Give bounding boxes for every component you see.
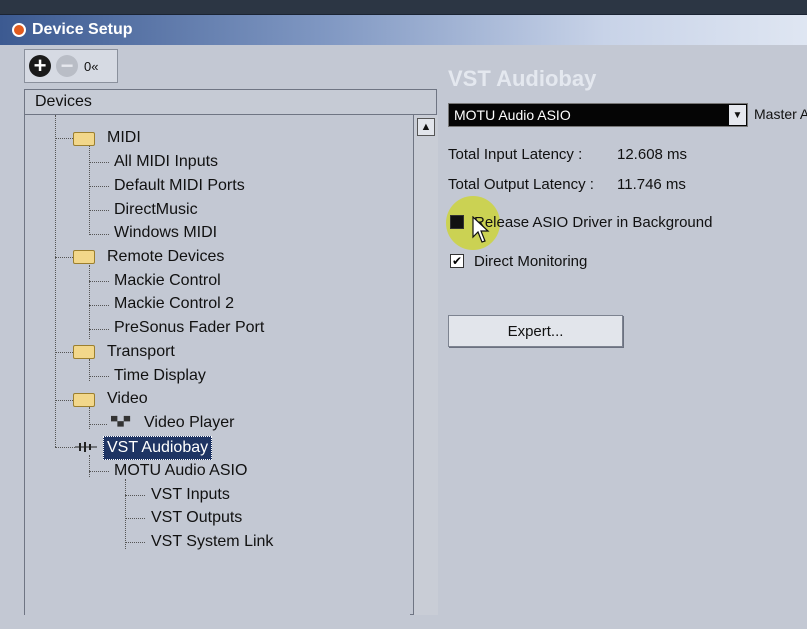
driver-select[interactable]: MOTU Audio ASIO ▼ [448, 103, 748, 127]
tree-item-vst-audiobay[interactable]: VST Audiobay [103, 436, 213, 460]
driver-select-value: MOTU Audio ASIO [454, 107, 571, 123]
minus-circle-icon[interactable]: − [56, 55, 78, 77]
folder-icon [73, 345, 95, 359]
tree-item-midi[interactable]: MIDI [107, 127, 141, 149]
tree-item-directmusic[interactable]: DirectMusic [114, 199, 198, 221]
input-latency-value: 12.608 ms [617, 146, 688, 163]
title-bar: Device Setup [0, 15, 807, 45]
master-label: Master A [754, 106, 807, 122]
app-icon [12, 23, 26, 37]
device-toolbar: + − 0« [24, 49, 118, 83]
output-latency-label: Total Output Latency : [448, 176, 594, 193]
folder-icon [73, 393, 95, 407]
tree-item-transport[interactable]: Transport [107, 341, 175, 363]
direct-monitoring-checkbox[interactable]: ✔ [450, 254, 464, 268]
tree-item-presonus-fader-port[interactable]: PreSonus Fader Port [114, 317, 264, 339]
plus-circle-icon[interactable]: + [29, 55, 51, 77]
video-player-icon: ▀▄▀ [111, 416, 131, 426]
tree-item-vst-inputs[interactable]: VST Inputs [151, 484, 230, 506]
tree-item-vst-outputs[interactable]: VST Outputs [151, 507, 242, 529]
reset-button[interactable]: 0« [84, 59, 98, 74]
tree-scrollbar[interactable]: ▲ [413, 115, 438, 615]
tree-item-video-player[interactable]: Video Player [144, 412, 234, 434]
tree-item-motu-audio-asio[interactable]: MOTU Audio ASIO [114, 460, 247, 482]
window-title: Device Setup [32, 21, 133, 38]
scroll-up-icon[interactable]: ▲ [417, 118, 435, 136]
audio-device-icon [75, 442, 97, 452]
folder-icon [73, 132, 95, 146]
tree-item-mackie-control-2[interactable]: Mackie Control 2 [114, 293, 234, 315]
release-driver-label[interactable]: Release ASIO Driver in Background [474, 214, 712, 231]
input-latency-label: Total Input Latency : [448, 146, 583, 163]
tree-item-all-midi-inputs[interactable]: All MIDI Inputs [114, 151, 218, 173]
chevron-down-icon[interactable]: ▼ [729, 105, 746, 125]
expert-button[interactable]: Expert... [448, 315, 623, 347]
release-driver-checkbox[interactable] [450, 215, 464, 229]
devices-header: Devices [25, 90, 436, 115]
device-tree: ▀▄▀ MIDI All MIDI Inputs Default MIDI Po… [25, 115, 410, 615]
tree-item-windows-midi[interactable]: Windows MIDI [114, 222, 217, 244]
mouse-cursor-icon [472, 216, 490, 243]
tree-item-video[interactable]: Video [107, 388, 148, 410]
tree-item-remote-devices[interactable]: Remote Devices [107, 246, 224, 268]
folder-icon [73, 250, 95, 264]
panel-title: VST Audiobay [448, 66, 597, 91]
tree-item-mackie-control[interactable]: Mackie Control [114, 270, 221, 292]
tree-item-default-midi-ports[interactable]: Default MIDI Ports [114, 175, 245, 197]
direct-monitoring-label[interactable]: Direct Monitoring [474, 253, 587, 270]
tree-item-time-display[interactable]: Time Display [114, 365, 206, 387]
tree-item-vst-system-link[interactable]: VST System Link [151, 531, 273, 553]
output-latency-value: 11.746 ms [617, 176, 686, 193]
devices-panel: Devices ▀▄▀ MIDI All MIDI Inputs Default… [24, 89, 438, 615]
